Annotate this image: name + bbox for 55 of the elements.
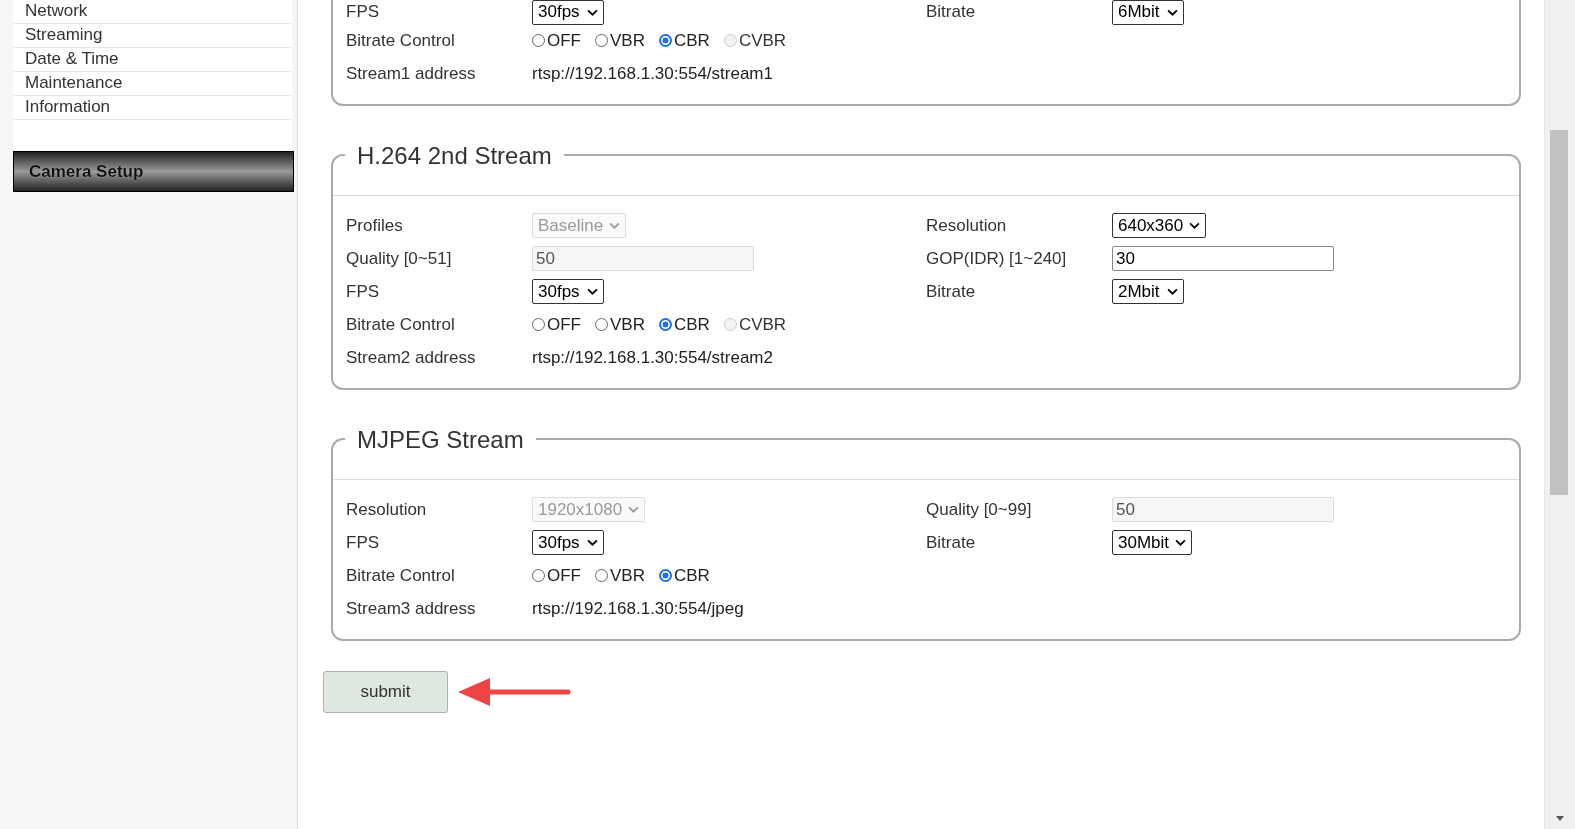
dropdown[interactable]: 30Mbit: [1112, 530, 1193, 555]
field-label: Resolution: [346, 499, 428, 520]
field-label: Bitrate: [926, 532, 977, 553]
submit-button[interactable]: submit: [323, 671, 448, 713]
chevron-down-icon: [1175, 539, 1187, 546]
field-label: Stream3 address: [346, 598, 477, 619]
field-label: Profiles: [346, 215, 404, 236]
chevron-down-icon: [628, 506, 640, 513]
dropdown[interactable]: 30fps: [532, 530, 604, 555]
field-label: GOP(IDR) [1~240]: [926, 248, 1068, 269]
field-label: Resolution: [926, 215, 1008, 236]
radio-button[interactable]: VBR: [595, 314, 645, 335]
radio-button[interactable]: OFF: [532, 30, 581, 51]
radio-button[interactable]: VBR: [595, 30, 645, 51]
field-label: Stream1 address: [346, 63, 477, 84]
sidebar-item[interactable]: Maintenance: [13, 72, 292, 96]
stream-address: rtsp://192.168.1.30:554/stream1: [532, 63, 773, 84]
chevron-down-icon: [609, 222, 621, 229]
chevron-down-icon: [1167, 288, 1178, 295]
sidebar-item[interactable]: Date & Time: [13, 48, 292, 72]
field-label: FPS: [346, 281, 381, 302]
chevron-down-icon: [587, 8, 598, 16]
field-label: Bitrate Control: [346, 314, 456, 335]
chevron-down-icon: [1167, 8, 1178, 16]
dropdown[interactable]: 6Mbit: [1112, 0, 1184, 25]
dropdown[interactable]: 30fps: [532, 0, 604, 25]
field-label: Stream2 address: [346, 347, 477, 368]
radio-button[interactable]: OFF: [532, 314, 581, 335]
field-label: FPS: [346, 532, 381, 553]
field-label: Bitrate: [926, 2, 977, 22]
dropdown[interactable]: 30fps: [532, 279, 604, 304]
field-label: Quality [0~99]: [926, 499, 1033, 520]
dropdown[interactable]: 640x360: [1112, 213, 1207, 238]
stream-address: rtsp://192.168.1.30:554/jpeg: [532, 598, 744, 619]
radio-button[interactable]: OFF: [532, 565, 581, 586]
radio-button[interactable]: VBR: [595, 565, 645, 586]
input-field[interactable]: 30: [1112, 246, 1334, 271]
radio-button[interactable]: CBR: [658, 30, 710, 51]
camera-setup-button[interactable]: Camera Setup: [13, 151, 294, 192]
dropdown[interactable]: 2Mbit: [1112, 279, 1184, 304]
field-label: Bitrate Control: [346, 565, 456, 586]
radio-button[interactable]: CBR: [658, 314, 710, 335]
field-label: FPS: [346, 2, 381, 22]
chevron-down-icon: [587, 288, 598, 295]
sidebar-item[interactable]: Information: [13, 96, 292, 120]
radio-button[interactable]: CBR: [658, 565, 710, 586]
field-label: Quality [0~51]: [346, 248, 453, 269]
sidebar-item[interactable]: Streaming: [13, 24, 292, 48]
field-label: Bitrate: [926, 281, 977, 302]
scrollbar[interactable]: [1544, 0, 1575, 829]
field-label: Bitrate Control: [346, 30, 456, 51]
chevron-down-icon: [1189, 222, 1201, 229]
stream-address: rtsp://192.168.1.30:554/stream2: [532, 347, 773, 368]
chevron-down-icon: [587, 539, 598, 546]
sidebar-item[interactable]: Network: [13, 0, 292, 24]
